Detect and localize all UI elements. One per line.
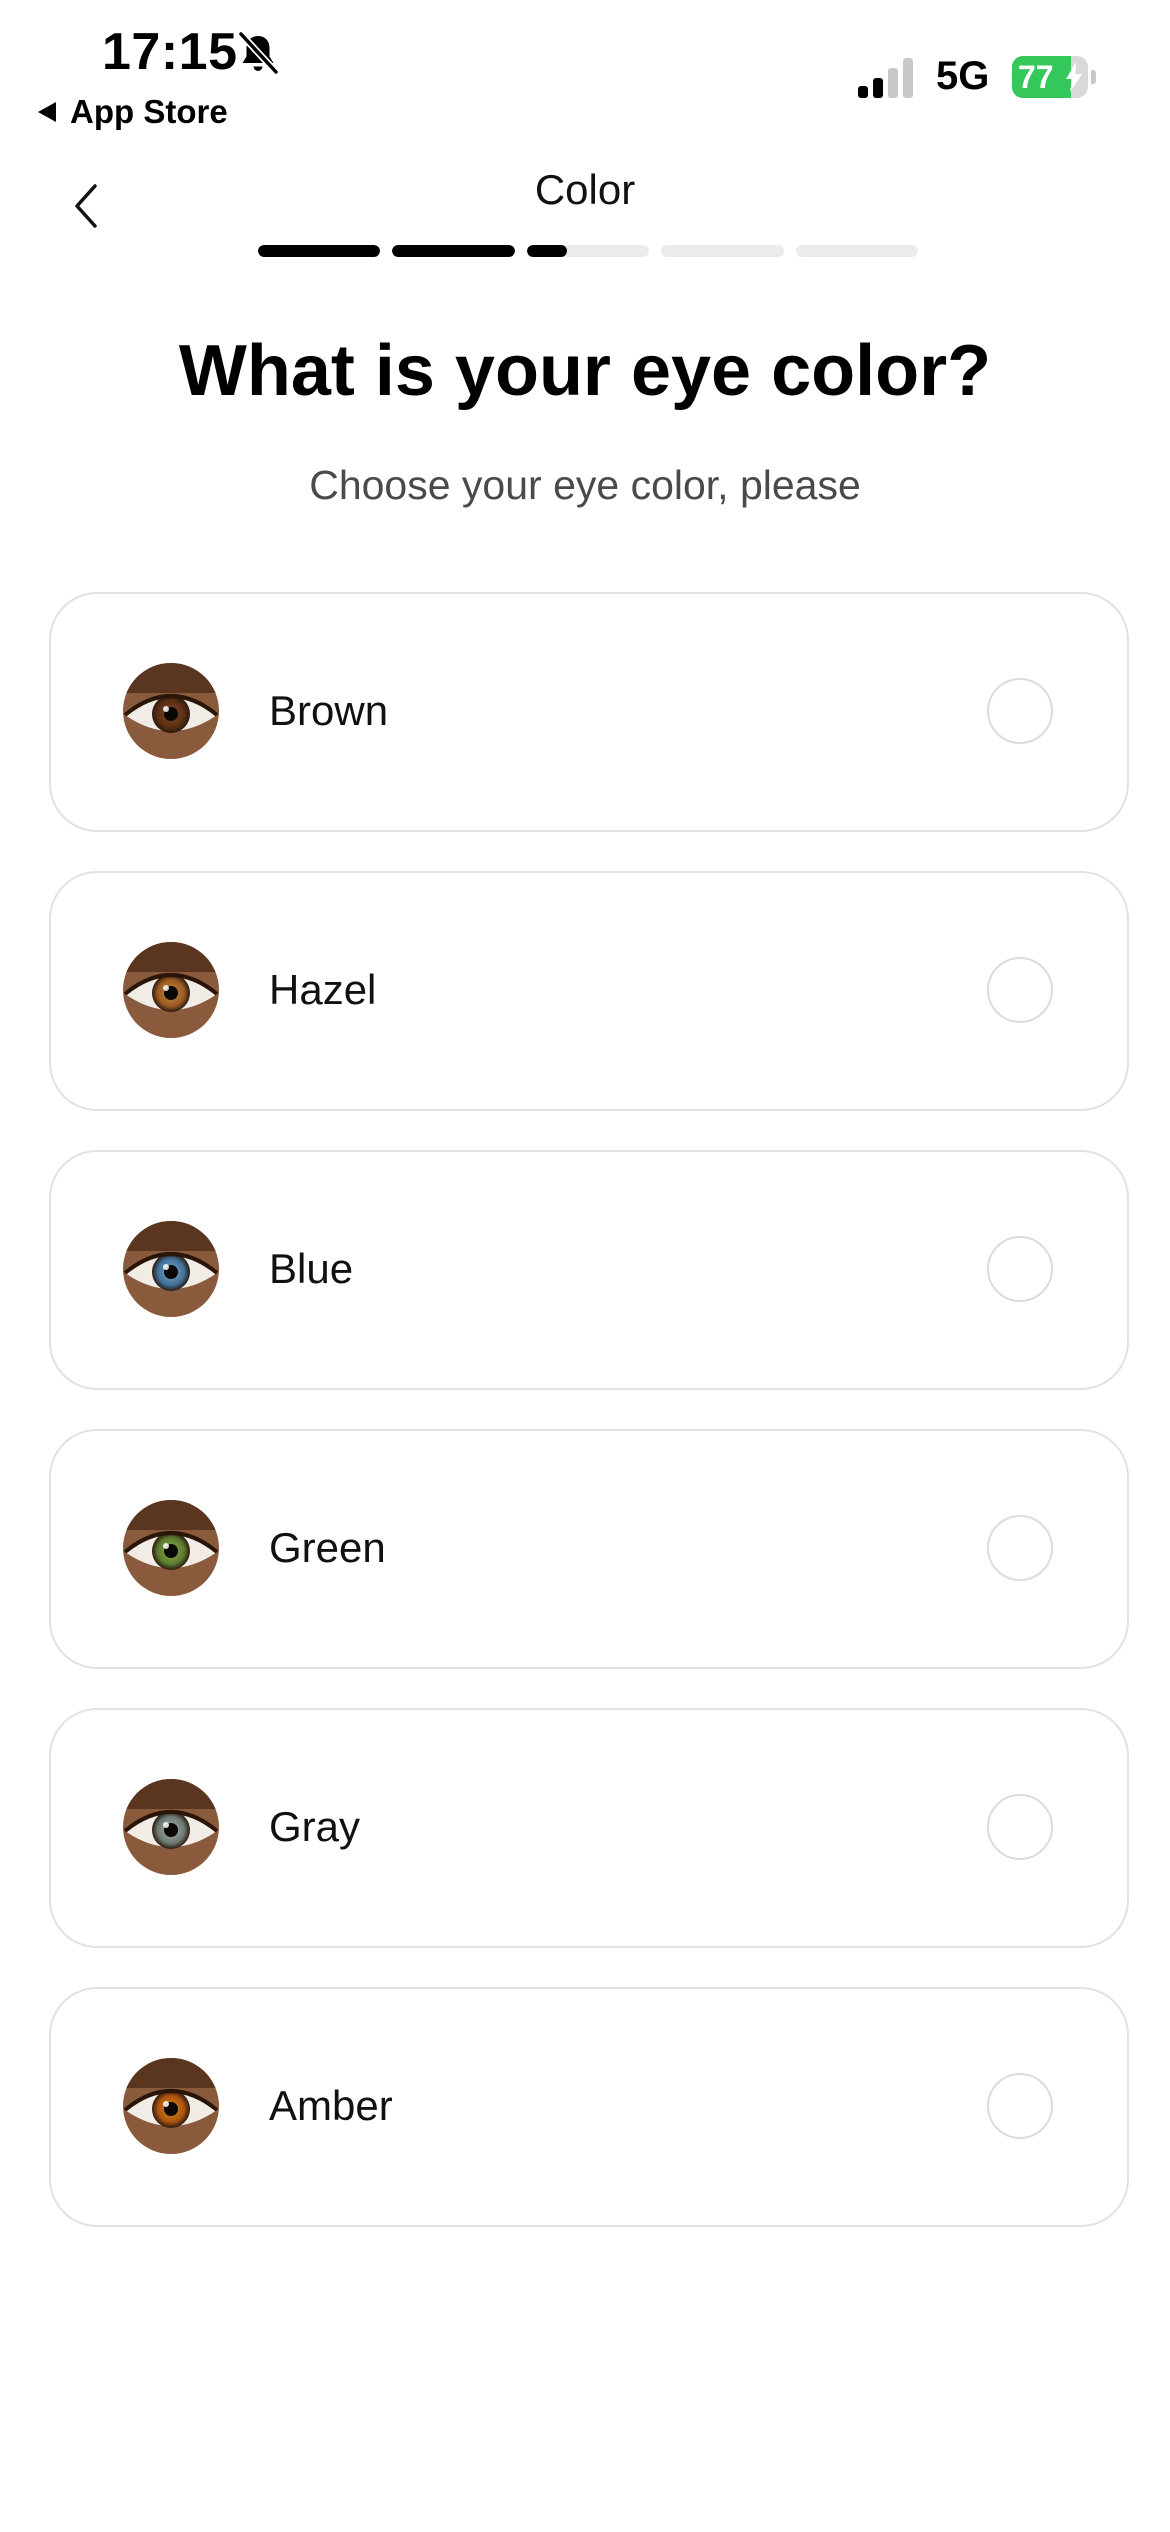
battery-percent: 77 [1018, 59, 1054, 95]
eye-image [123, 1779, 219, 1875]
question-heading: What is your eye color? [178, 331, 992, 411]
battery-indicator: 77 [1012, 56, 1096, 98]
option-card-blue[interactable]: Blue [49, 1150, 1129, 1390]
option-label: Hazel [269, 966, 377, 1013]
eye-color-options: Brown Hazel Blue Green Gray Amber [49, 592, 1129, 2266]
progress-segment-fill [526, 245, 568, 257]
status-time: 17:15 [102, 23, 238, 81]
progress-segment [661, 245, 784, 257]
option-label: Green [269, 1524, 386, 1571]
progress-segment-fill [392, 245, 515, 257]
bell-slash-icon [237, 30, 280, 76]
eye-image [123, 942, 219, 1038]
option-card-amber[interactable]: Amber [49, 1987, 1129, 2227]
option-label: Gray [269, 1803, 361, 1850]
progress-segment [258, 245, 381, 257]
status-bar: 17:15 App Store 5G 77 [0, 0, 1170, 140]
progress-segment [795, 245, 919, 257]
option-card-brown[interactable]: Brown [49, 592, 1129, 832]
option-card-green[interactable]: Green [49, 1429, 1129, 1669]
progress-segment [526, 245, 650, 257]
option-label: Amber [269, 2082, 393, 2129]
eye-image [123, 2058, 219, 2154]
eye-image [123, 1221, 219, 1317]
option-card-hazel[interactable]: Hazel [49, 871, 1129, 1111]
eye-image [123, 663, 219, 759]
radio-button[interactable] [987, 1236, 1053, 1302]
network-type: 5G [936, 54, 990, 98]
back-app-label: App Store [70, 93, 228, 130]
option-label: Blue [269, 1245, 354, 1292]
option-card-gray[interactable]: Gray [49, 1708, 1129, 1948]
battery-cap [1091, 70, 1096, 84]
radio-button[interactable] [987, 1515, 1053, 1581]
option-label: Brown [269, 687, 389, 734]
progress-segment [392, 245, 515, 257]
progress-segment-fill [258, 245, 381, 257]
back-triangle-icon [38, 102, 56, 122]
radio-button[interactable] [987, 1794, 1053, 1860]
question-subtitle: Choose your eye color, please [309, 462, 861, 508]
cellular-signal-icon [858, 58, 913, 98]
radio-button[interactable] [987, 957, 1053, 1023]
step-progress-bar [258, 245, 919, 257]
charging-bolt-icon [1066, 62, 1082, 92]
radio-button[interactable] [987, 678, 1053, 744]
back-to-app-store[interactable]: App Store [38, 92, 228, 132]
eye-image [123, 1500, 219, 1596]
radio-button[interactable] [987, 2073, 1053, 2139]
page-title: Color [534, 166, 636, 213]
battery-body: 77 [1012, 56, 1088, 98]
